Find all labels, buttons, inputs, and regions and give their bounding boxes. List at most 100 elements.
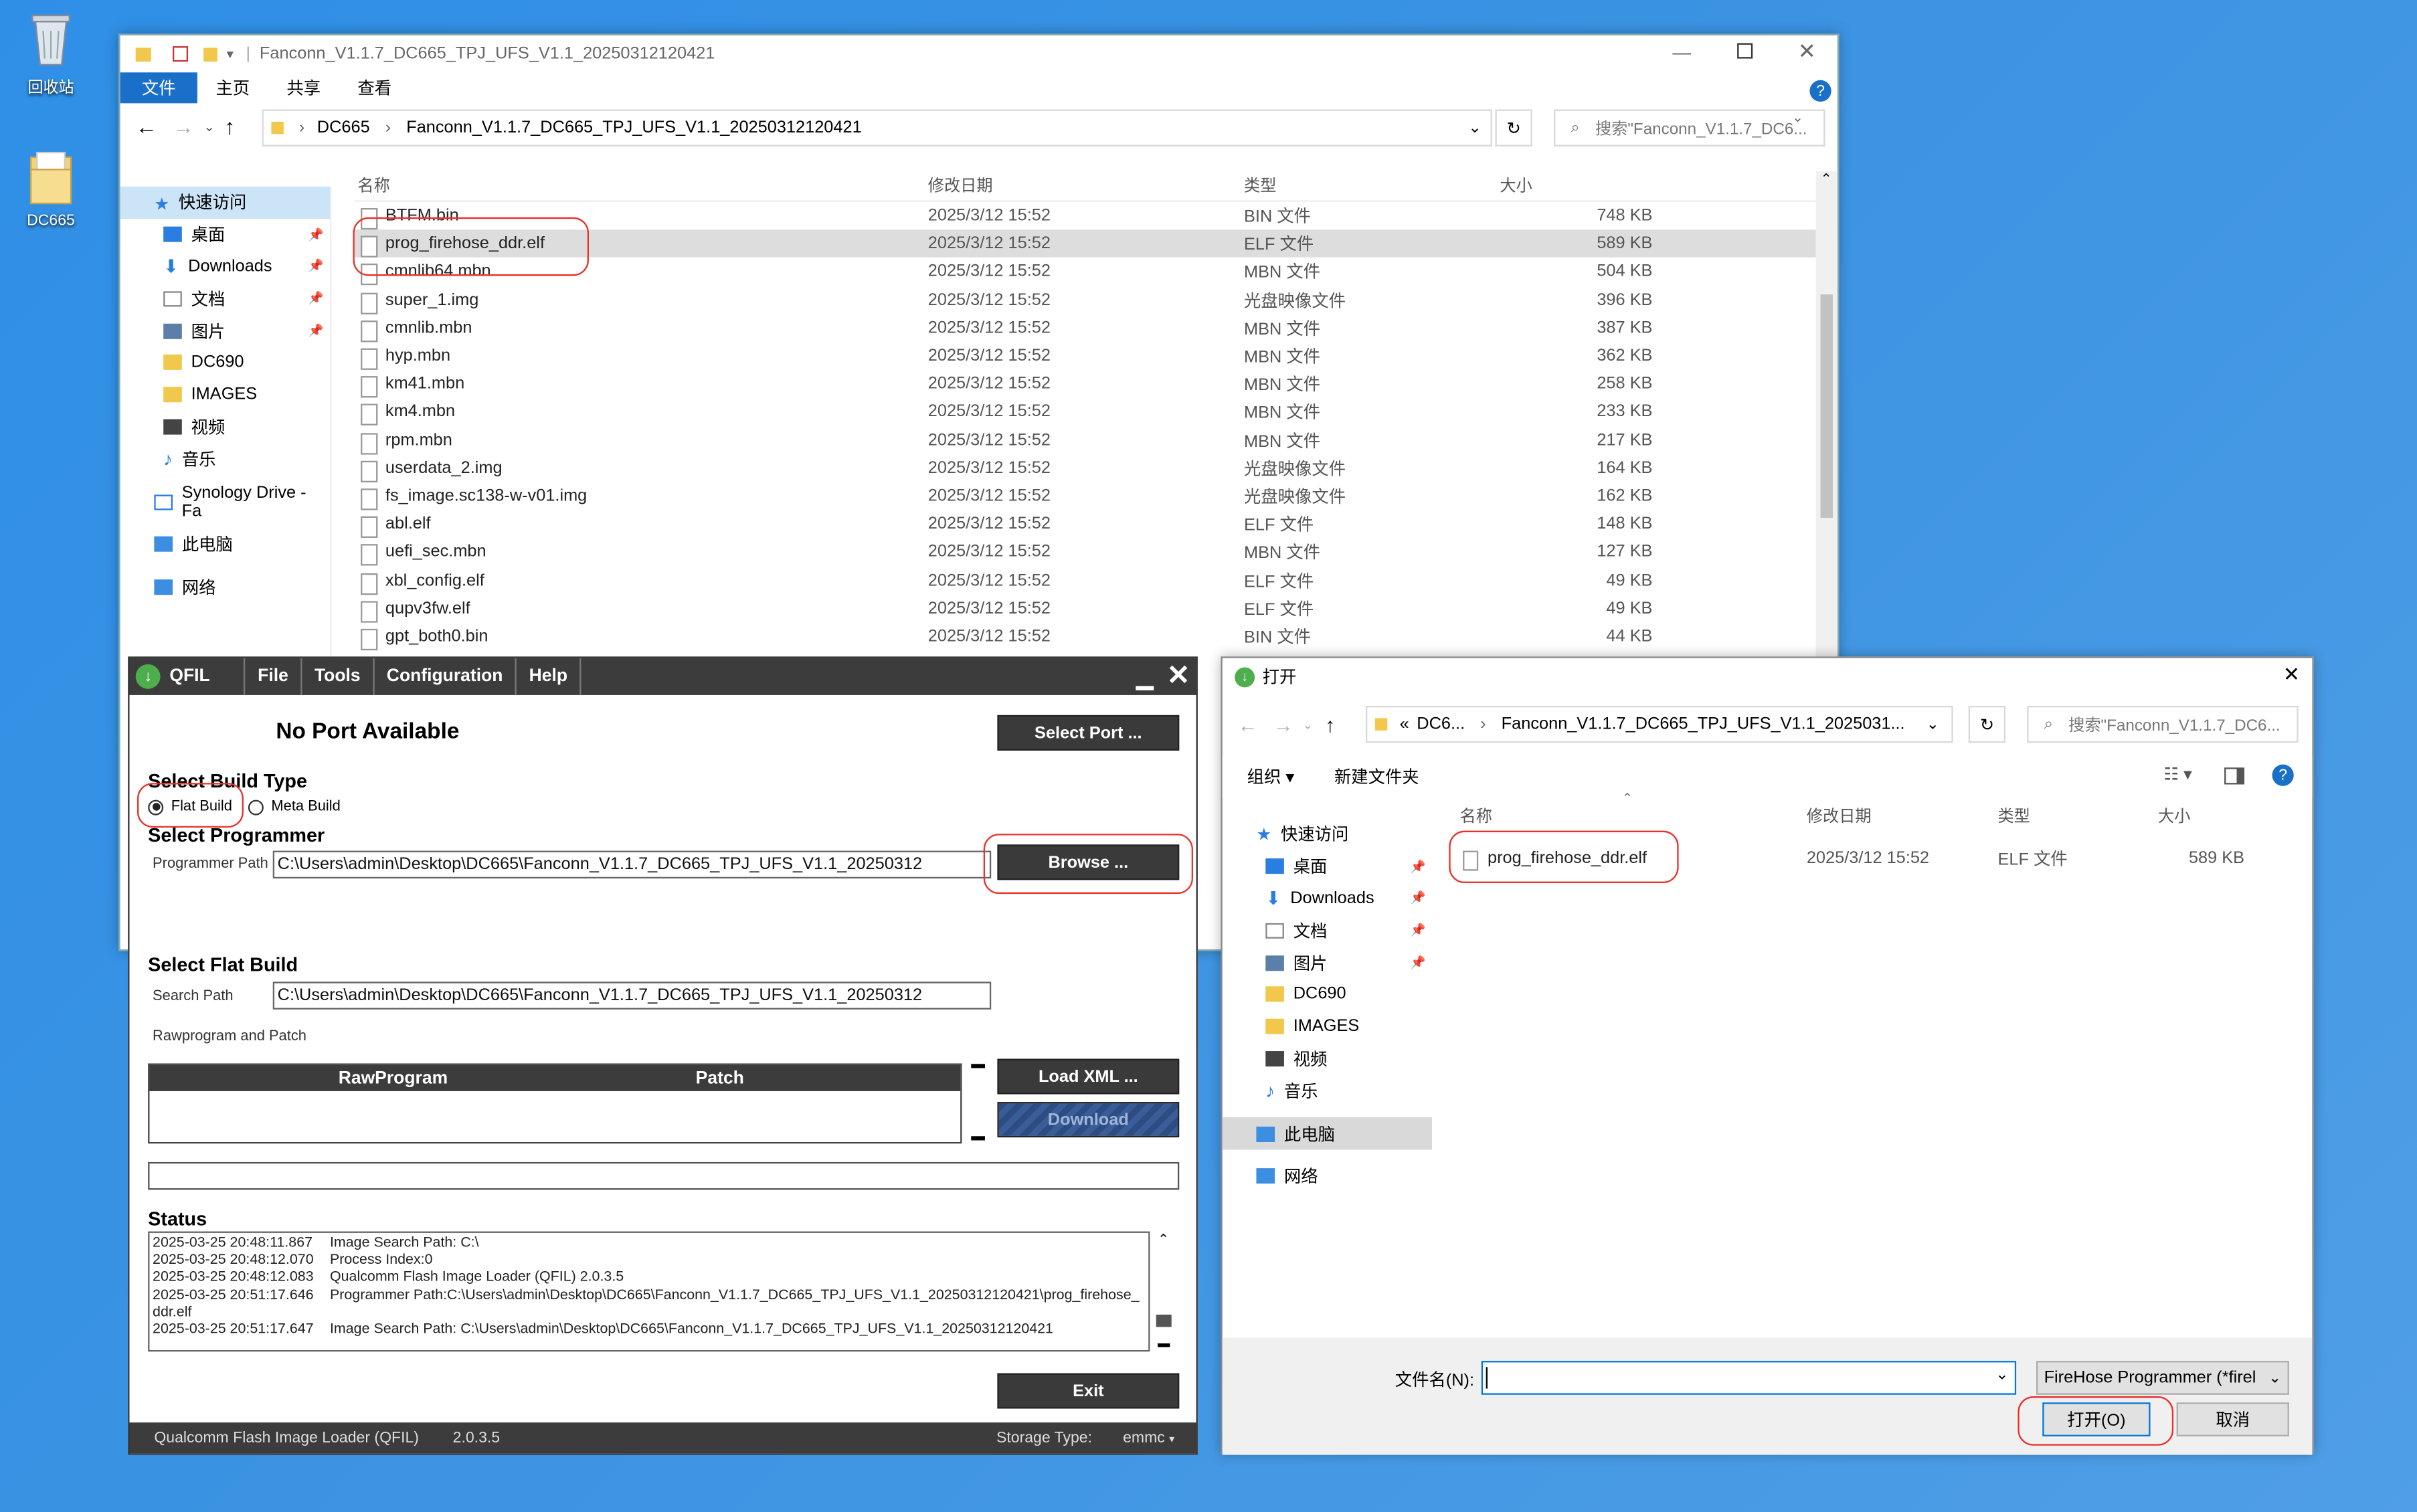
help-icon[interactable]: ? [1809,80,1831,102]
chevron-down-icon[interactable]: ⌄ [1468,120,1481,136]
nav-pictures[interactable]: 图片 📌 [120,314,330,347]
download-button[interactable]: Download [997,1102,1180,1138]
forward-icon[interactable]: → [1273,713,1293,736]
new-folder-icon[interactable] [203,47,217,61]
menu-configuration[interactable]: Configuration [373,658,515,695]
table-minus-icon[interactable]: ▬ [971,1128,985,1143]
rawprogram-table[interactable]: RawProgram Patch [148,1063,962,1144]
up-icon[interactable]: ↑ [1325,713,1335,736]
tab-file[interactable]: 文件 [120,72,197,104]
col-name[interactable]: 名称 [355,174,928,197]
refresh-icon[interactable]: ↻ [1495,109,1532,147]
maximize-icon[interactable] [1737,43,1753,59]
close-icon[interactable]: ✕ [1167,660,1190,692]
table-row[interactable]: cmnlib.mbn 2025/3/12 15:52 MBN 文件 387 KB [355,314,1816,343]
forward-icon[interactable]: → [173,114,194,138]
table-row[interactable]: rpm.mbn 2025/3/12 15:52 MBN 文件 217 KB [355,426,1816,454]
back-icon[interactable]: ← [136,114,157,138]
close-icon[interactable]: ✕ [1798,39,1816,65]
nav-images[interactable]: IMAGES [120,379,330,411]
select-port-button[interactable]: Select Port ... [997,715,1180,751]
help-icon[interactable]: ? [2272,764,2294,786]
nav-network[interactable]: 网络 [1223,1161,1432,1193]
dialog-search-input[interactable]: ⌕ 搜索"Fanconn_V1.1.7_DC6... [2027,706,2299,743]
menu-tools[interactable]: Tools [300,658,373,695]
properties-icon[interactable] [173,46,189,62]
cancel-button[interactable]: 取消 [2176,1402,2289,1436]
table-row[interactable]: hyp.mbn 2025/3/12 15:52 MBN 文件 362 KB [355,342,1816,370]
tab-view[interactable]: 查看 [339,76,410,100]
table-row[interactable]: fs_image.sc138-w-v01.img 2025/3/12 15:52 光… [355,482,1816,510]
nav-documents[interactable]: 文档 📌 [1223,915,1432,947]
nav-music[interactable]: ♪ 音乐 [120,443,330,475]
table-row[interactable]: abl.elf 2025/3/12 15:52 ELF 文件 148 KB [355,510,1816,539]
tab-home[interactable]: 主页 [197,76,268,100]
scroll-up-icon[interactable]: ⌃ [1158,1232,1169,1248]
back-icon[interactable]: ← [1238,713,1258,736]
nav-quick-access[interactable]: ★ 快速访问 [120,186,330,219]
nav-videos[interactable]: 视频 [120,411,330,443]
minimize-icon[interactable]: — [1672,41,1691,63]
tab-share[interactable]: 共享 [268,76,339,100]
scroll-down-icon[interactable]: ▬ [1158,1336,1170,1350]
organize-button[interactable]: 组织 ▾ [1247,765,1294,789]
recent-icon[interactable]: ⌄ [1303,717,1313,731]
chevron-down-icon[interactable]: ⌄ [1927,716,1939,733]
col-size[interactable]: 大小 [2158,804,2250,827]
nav-documents[interactable]: 文档 📌 [120,282,330,314]
nav-this-pc[interactable]: 此电脑 [1222,1117,1433,1150]
search-path-input[interactable]: C:\Users\admin\Desktop\DC665\Fanconn_V1.… [272,981,992,1010]
exit-button[interactable]: Exit [997,1373,1180,1409]
storage-type-select[interactable]: emmc ▾ [1123,1430,1174,1446]
col-date[interactable]: 修改日期 [1807,804,1998,827]
nav-downloads[interactable]: ⬇ Downloads 📌 [1223,882,1432,915]
view-options-icon[interactable]: ☷ ▾ [2163,765,2192,785]
breadcrumb-overflow[interactable]: « [1400,715,1409,734]
minimize-icon[interactable]: ▁ [1136,664,1153,690]
table-row[interactable]: super_1.img 2025/3/12 15:52 光盘映像文件 396 KB [355,286,1816,314]
up-icon[interactable]: ↑ [224,114,235,138]
scroll-thumb[interactable] [1820,294,1833,518]
customize-qat-icon[interactable]: ▾ [227,45,234,62]
nav-network[interactable]: 网络 [120,571,330,603]
table-row[interactable]: km4.mbn 2025/3/12 15:52 MBN 文件 233 KB [355,398,1816,426]
nav-synology[interactable]: Synology Drive - Fa [120,483,330,521]
menu-help[interactable]: Help [515,658,581,695]
filename-input[interactable]: ⌄ [1481,1361,2017,1395]
col-date[interactable]: 修改日期 [928,174,1244,197]
table-row[interactable]: uefi_sec.mbn 2025/3/12 15:52 MBN 文件 127 KB [355,539,1816,567]
programmer-path-input[interactable]: C:\Users\admin\Desktop\DC665\Fanconn_V1.… [272,850,992,879]
breadcrumb-dc665[interactable]: DC665 [317,118,370,137]
nav-images[interactable]: IMAGES [1223,1011,1432,1043]
nav-music[interactable]: ♪ 音乐 [1223,1074,1432,1107]
nav-desktop[interactable]: 桌面 📌 [120,219,330,251]
breadcrumb-folder[interactable]: Fanconn_V1.1.7_DC665_TPJ_UFS_V1.1_202503… [1502,715,1905,734]
close-icon[interactable]: ✕ [2283,663,2300,688]
dialog-address-bar[interactable]: « DC6... › Fanconn_V1.1.7_DC665_TPJ_UFS_… [1365,706,1953,743]
table-minus-icon[interactable]: ▬ [971,1056,985,1071]
table-row[interactable]: gpt_both0.bin 2025/3/12 15:52 BIN 文件 44 KB [355,622,1816,650]
dc665-folder-icon[interactable]: DC665 [5,148,97,229]
table-row[interactable]: userdata_2.img 2025/3/12 15:52 光盘映像文件 164 K… [355,454,1816,482]
table-row[interactable]: qupv3fw.elf 2025/3/12 15:52 ELF 文件 49 KB [355,594,1816,623]
nav-pictures[interactable]: 图片 📌 [1223,947,1432,979]
recycle-bin-icon[interactable]: 回收站 [5,9,97,97]
nav-downloads[interactable]: ⬇ Downloads 📌 [120,251,330,283]
chevron-down-icon[interactable]: ⌄ [1995,1367,2008,1384]
nav-quick-access[interactable]: ★ 快速访问 [1223,818,1432,850]
breadcrumb-dc6[interactable]: DC6... [1417,715,1465,734]
nav-this-pc[interactable]: 此电脑 [120,529,330,561]
breadcrumb-folder[interactable]: Fanconn_V1.1.7_DC665_TPJ_UFS_V1.1_202503… [406,118,861,137]
nav-dc690[interactable]: DC690 [120,347,330,379]
search-input[interactable]: ⌕ 搜索"Fanconn_V1.1.7_DC6... [1554,109,1825,147]
recent-icon[interactable]: ⌄ [203,118,215,134]
scroll-thumb[interactable] [1156,1314,1172,1327]
new-folder-button[interactable]: 新建文件夹 [1334,765,1419,789]
nav-desktop[interactable]: 桌面 📌 [1223,850,1432,882]
table-row[interactable]: km41.mbn 2025/3/12 15:52 MBN 文件 258 KB [355,370,1816,398]
preview-pane-icon[interactable] [2224,767,2245,785]
refresh-icon[interactable]: ↻ [1968,706,2005,743]
scroll-up-icon[interactable]: ⌃ [1821,171,1832,188]
col-type[interactable]: 类型 [1997,804,2158,827]
address-bar[interactable]: › DC665 › Fanconn_V1.1.7_DC665_TPJ_UFS_V… [262,109,1492,147]
